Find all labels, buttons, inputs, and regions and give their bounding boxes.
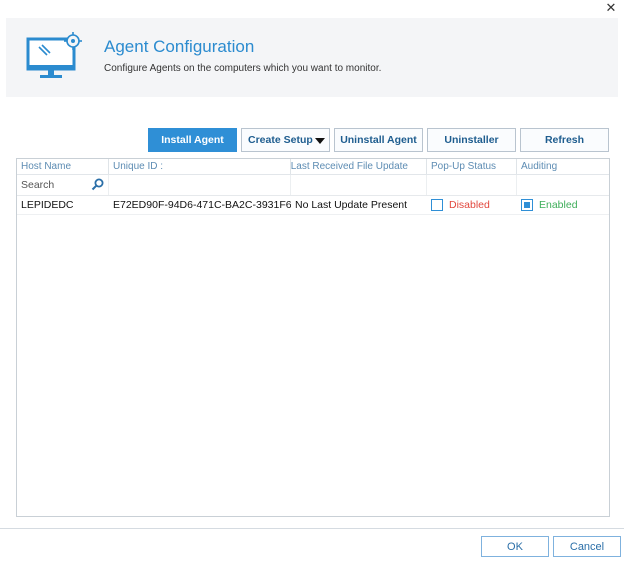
ok-button[interactable]: OK <box>481 536 549 557</box>
column-host-name[interactable]: Host Name <box>17 159 109 174</box>
create-setup-label: Create Setup <box>248 134 313 146</box>
popup-status-checkbox[interactable] <box>431 199 443 211</box>
search-cell-unique-id[interactable] <box>109 175 291 195</box>
cell-popup-status: Disabled <box>427 196 517 214</box>
agents-grid: Host Name Unique ID : Last Received File… <box>16 158 610 517</box>
uninstall-agent-button[interactable]: Uninstall Agent <box>334 128 423 152</box>
footer-divider <box>0 528 624 529</box>
search-input[interactable]: Search <box>17 175 109 195</box>
grid-header: Host Name Unique ID : Last Received File… <box>17 159 609 175</box>
grid-search-row: Search <box>17 175 609 196</box>
column-unique-id[interactable]: Unique ID : <box>109 159 291 174</box>
cell-last-update: No Last Update Present <box>295 199 408 211</box>
create-setup-button[interactable]: Create Setup <box>241 128 330 152</box>
monitor-gear-icon <box>26 32 82 78</box>
table-row[interactable]: LEPIDEDC E72ED90F-94D6-471C-BA2C-3931F69… <box>17 196 609 215</box>
search-cell-last-update[interactable] <box>291 175 427 195</box>
refresh-button[interactable]: Refresh <box>520 128 609 152</box>
uninstaller-button[interactable]: Uninstaller <box>427 128 516 152</box>
column-auditing[interactable]: Auditing <box>517 159 609 174</box>
cell-unique-id: E72ED90F-94D6-471C-BA2C-3931F69... <box>113 199 291 211</box>
cell-host-name: LEPIDEDC <box>21 199 74 211</box>
search-icon[interactable] <box>91 178 104 191</box>
cell-auditing: Enabled <box>517 196 609 214</box>
search-cell-popup[interactable] <box>427 175 517 195</box>
dropdown-caret-icon[interactable] <box>315 138 325 144</box>
column-popup-status[interactable]: Pop-Up Status <box>427 159 517 174</box>
cancel-button[interactable]: Cancel <box>553 536 621 557</box>
auditing-checkbox[interactable] <box>521 199 533 211</box>
search-cell-auditing[interactable] <box>517 175 609 195</box>
dialog-header: Agent Configuration Configure Agents on … <box>6 18 618 97</box>
page-subtitle: Configure Agents on the computers which … <box>104 63 382 74</box>
column-last-update[interactable]: Last Received File Update <box>291 159 427 174</box>
popup-status-label: Disabled <box>449 199 490 211</box>
search-placeholder: Search <box>21 179 55 191</box>
page-title: Agent Configuration <box>104 37 255 56</box>
auditing-label: Enabled <box>539 199 578 211</box>
install-agent-button[interactable]: Install Agent <box>148 128 237 152</box>
close-icon[interactable]: ✕ <box>604 1 618 15</box>
